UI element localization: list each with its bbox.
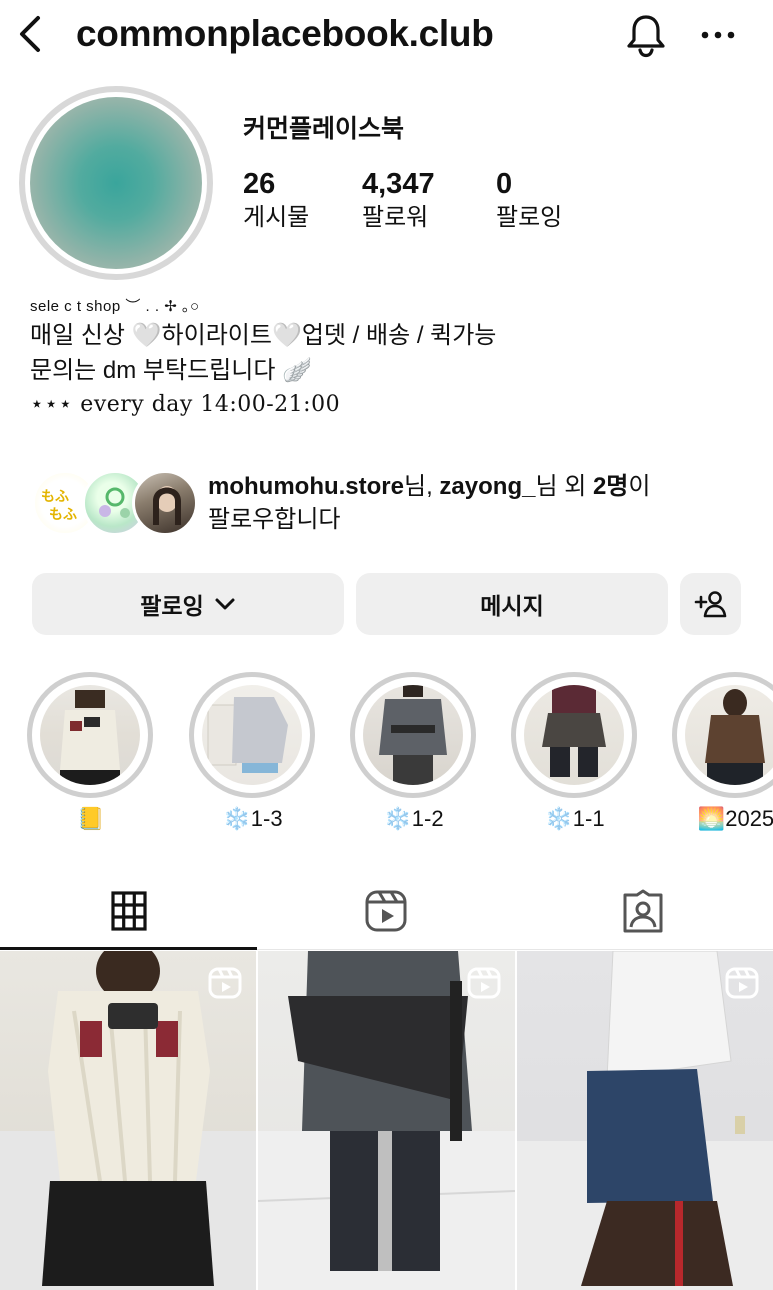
story-highlight[interactable]: 🌅2025	[672, 672, 773, 834]
following-button[interactable]: 팔로잉	[32, 573, 344, 635]
story-highlight[interactable]: ❄️1-3	[189, 672, 317, 834]
highlight-label: 📒	[77, 806, 105, 831]
tagged-icon	[623, 889, 662, 933]
tab-posts-grid[interactable]	[0, 872, 257, 950]
active-tab-indicator	[0, 947, 257, 950]
back-button[interactable]	[12, 12, 48, 56]
bio-hours: ⋆⋆⋆ every day 14:00-21:00	[30, 392, 341, 417]
highlight-cover	[685, 685, 773, 785]
add-user-button[interactable]	[680, 573, 741, 635]
highlight-cover	[363, 685, 463, 785]
stat-label: 팔로워	[362, 204, 429, 231]
highlight-cover	[40, 685, 140, 785]
tab-reels[interactable]	[257, 872, 514, 950]
story-highlight[interactable]: ❄️1-1	[511, 672, 639, 834]
highlight-ring	[511, 672, 637, 798]
profile-avatar[interactable]	[19, 86, 213, 280]
display-name: 커먼플레이스북	[243, 115, 405, 143]
following-label: 팔로잉	[140, 593, 204, 619]
highlight-label: ❄️1-3	[223, 806, 283, 831]
following-count[interactable]: 0 팔로잉	[496, 166, 562, 234]
chevron-down-icon	[215, 598, 235, 610]
reels-icon	[365, 890, 406, 932]
post-image	[258, 951, 515, 1290]
mutual-suffix: 님,	[404, 473, 440, 500]
highlight-label: 🌅2025	[697, 806, 773, 831]
story-highlight[interactable]: 📒	[27, 672, 155, 834]
tab-tagged[interactable]	[514, 872, 771, 950]
bio-line: sele c t shop ︶ . . ✢ ｡○	[30, 298, 200, 315]
more-horizontal-icon	[701, 31, 735, 39]
profile-tabs	[0, 872, 773, 950]
mutual-line1: mohumohu.store님, zayong_님 외 2명이	[208, 470, 748, 503]
bio-line: 매일 신상 🤍하이라이트🤍업뎃 / 배송 / 퀵가능	[30, 322, 497, 349]
post-thumbnail[interactable]	[258, 951, 515, 1290]
post-image	[0, 951, 256, 1290]
highlight-label: ❄️1-1	[545, 806, 605, 831]
mutual-name: zayong_	[439, 473, 536, 500]
stat-value: 4,347	[362, 168, 435, 200]
grid-icon	[110, 891, 147, 931]
highlight-label: ❄️1-2	[384, 806, 444, 831]
highlight-cover	[202, 685, 302, 785]
post-thumbnail[interactable]	[0, 951, 256, 1290]
more-options-button[interactable]	[696, 10, 740, 60]
chevron-left-icon	[20, 16, 40, 52]
stat-label: 팔로잉	[496, 204, 563, 231]
mutual-followers-avatars[interactable]: もふ もふ	[32, 470, 198, 540]
avatar-image	[30, 97, 202, 269]
stat-value: 26	[243, 168, 276, 200]
mutual-followers-text[interactable]: mohumohu.store님, zayong_님 외 2명이 팔로우합니다	[208, 470, 748, 536]
mutual-suffix: 님 외	[535, 473, 593, 500]
story-highlight[interactable]: ❄️1-2	[350, 672, 478, 834]
reel-icon	[208, 967, 242, 999]
svg-text:もふ: もふ	[49, 507, 77, 523]
reel-icon	[725, 967, 759, 999]
message-label: 메시지	[480, 593, 544, 619]
post-thumbnail[interactable]	[517, 951, 773, 1290]
mutual-suffix: 이	[628, 473, 651, 500]
profile-username: commonplacebook.club	[76, 13, 494, 54]
highlight-cover	[524, 685, 624, 785]
highlight-ring	[189, 672, 315, 798]
stat-value: 0	[496, 168, 513, 200]
highlight-ring	[672, 672, 773, 798]
reel-icon	[467, 967, 501, 999]
followers-count[interactable]: 4,347 팔로워	[362, 166, 435, 234]
profile-bio: sele c t shop ︶ . . ✢ ｡○ 매일 신상 🤍하이라이트🤍업뎃…	[30, 296, 750, 422]
notifications-button[interactable]	[620, 10, 672, 60]
follower-avatar	[132, 470, 198, 536]
highlight-ring	[350, 672, 476, 798]
mutual-count: 2명	[592, 473, 629, 500]
bio-line: 문의는 dm 부탁드립니다 🪽	[30, 357, 312, 384]
mutual-name: mohumohu.store	[208, 473, 404, 500]
highlight-ring	[27, 672, 153, 798]
mutual-line2: 팔로우합니다	[208, 506, 341, 533]
add-user-icon	[694, 591, 726, 618]
posts-count[interactable]: 26 게시물	[243, 166, 309, 234]
top-bar: commonplacebook.club	[0, 0, 773, 70]
stat-label: 게시물	[243, 204, 310, 231]
post-image	[517, 951, 773, 1290]
bell-icon	[627, 15, 665, 58]
message-button[interactable]: 메시지	[356, 573, 668, 635]
svg-text:もふ: もふ	[41, 489, 69, 505]
